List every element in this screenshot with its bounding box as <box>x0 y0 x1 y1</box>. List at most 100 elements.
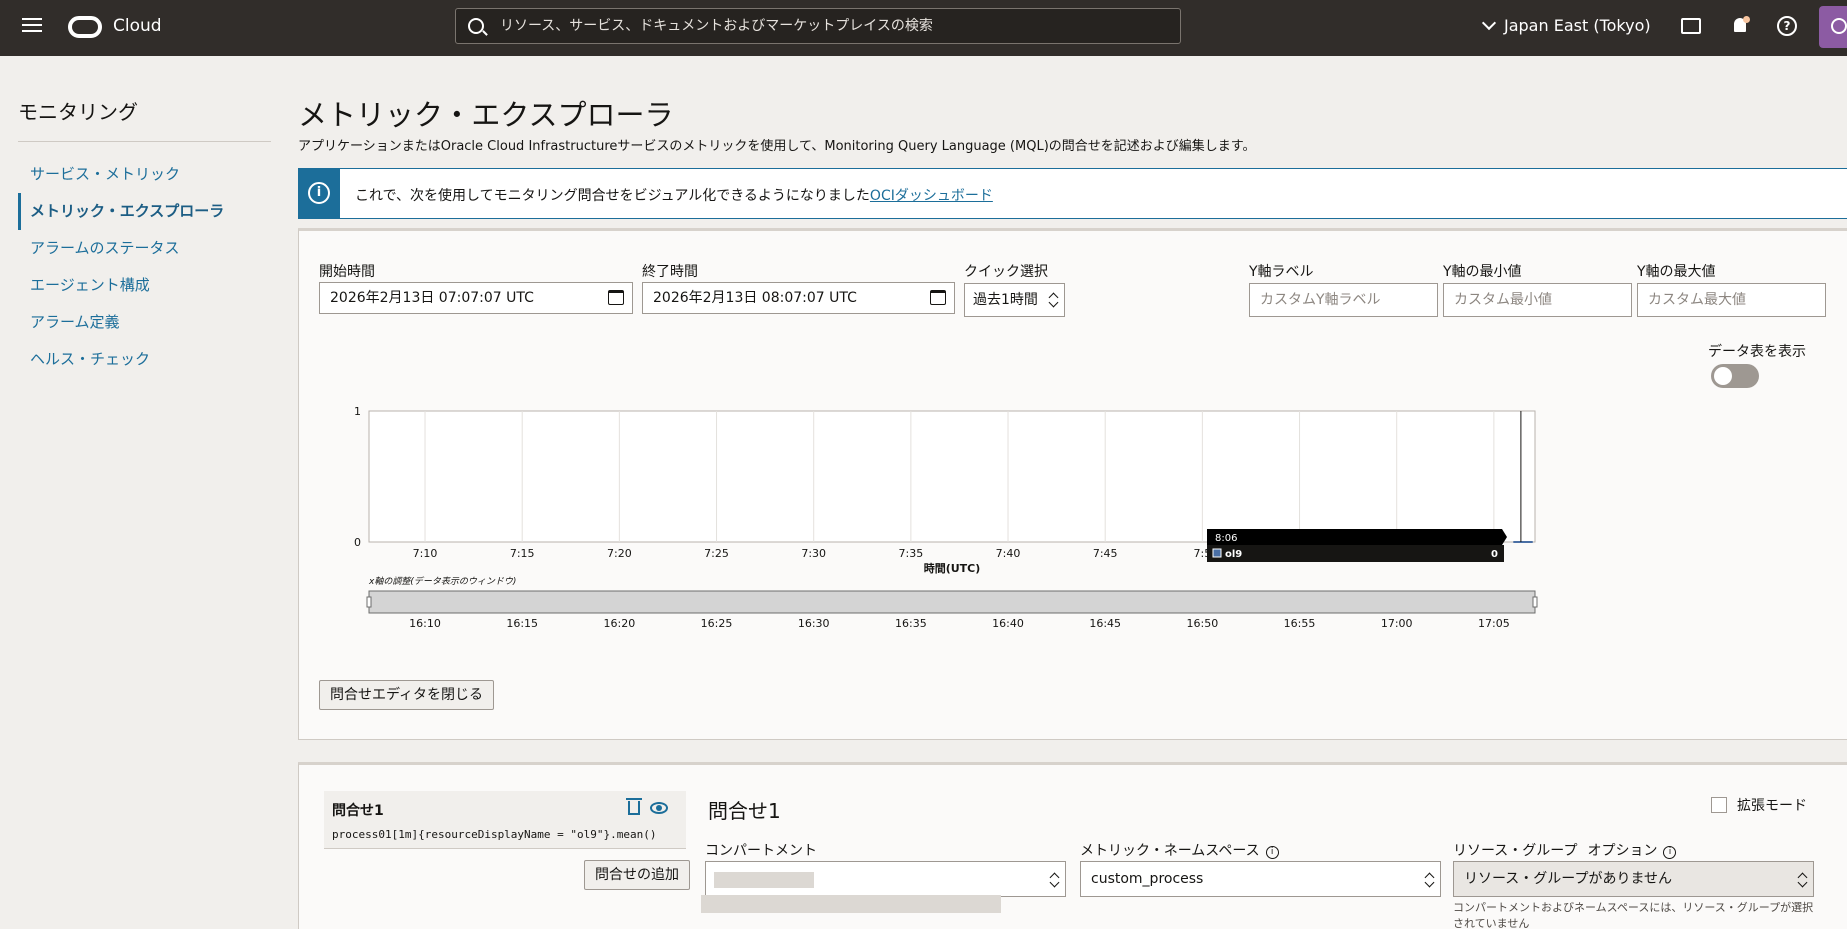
x-tick-label: 7:10 <box>413 547 438 560</box>
x-axis-title: 時間(UTC) <box>924 561 981 575</box>
search-box[interactable] <box>455 8 1181 44</box>
resource-group-select[interactable]: リソース・グループがありません <box>1453 861 1814 897</box>
brush-tick-label: 16:40 <box>992 617 1024 630</box>
y-axis-label-input[interactable] <box>1249 283 1438 317</box>
brush-tick-label: 16:50 <box>1187 617 1219 630</box>
oracle-logo-icon[interactable] <box>68 16 102 38</box>
brush-tick-label: 16:55 <box>1284 617 1316 630</box>
brush-tick-label: 16:35 <box>895 617 927 630</box>
x-tick-label: 7:40 <box>996 547 1021 560</box>
x-tick-label: 7:15 <box>510 547 535 560</box>
brand-name: Cloud <box>113 16 162 36</box>
end-time-value: 2026年2月13日 08:07:07 UTC <box>653 290 857 306</box>
info-icon[interactable]: i <box>1663 846 1677 859</box>
resource-group-label: リソース・グループ オプション i <box>1453 840 1677 860</box>
calendar-icon[interactable] <box>930 290 946 305</box>
resource-group-optional: オプション <box>1587 843 1658 859</box>
cloud-shell-icon[interactable] <box>1681 18 1701 34</box>
query-title: 問合せ1 <box>708 799 781 823</box>
brush-tick-label: 17:00 <box>1381 617 1413 630</box>
metric-namespace-label-text: メトリック・ネームスペース <box>1080 843 1260 859</box>
close-query-editor-button[interactable]: 問合せエディタを閉じる <box>319 680 495 710</box>
y-axis-min-input[interactable] <box>1443 283 1632 317</box>
y-axis-label-label: Y軸ラベル <box>1249 264 1314 280</box>
sidebar-title: モニタリング <box>18 96 271 142</box>
tooltip-header-bg <box>1207 529 1507 545</box>
data-table-toggle[interactable] <box>1711 364 1759 388</box>
tooltip-series-name: ol9 <box>1225 549 1242 560</box>
info-icon: i <box>308 182 330 204</box>
search-input[interactable] <box>500 9 1170 43</box>
search-icon <box>468 18 484 34</box>
notification-bell-icon[interactable] <box>1730 16 1752 38</box>
brush-handle-right[interactable] <box>1532 596 1538 608</box>
y-axis-max-input[interactable] <box>1637 283 1826 317</box>
query-panel: 問合せ1 process01[1m]{resourceDisplayName =… <box>298 762 1847 929</box>
quick-select[interactable]: 過去1時間 <box>964 283 1065 317</box>
extended-mode-label: 拡張モード <box>1737 798 1807 814</box>
help-icon[interactable]: ? <box>1777 16 1797 36</box>
extended-mode-checkbox[interactable]: 拡張モード <box>1711 795 1807 815</box>
query-card-name: 問合せ1 <box>332 803 384 819</box>
checkbox-box[interactable] <box>1711 797 1727 813</box>
end-time-input[interactable]: 2026年2月13日 08:07:07 UTC <box>642 282 955 314</box>
brush-axis-ticks: 16:10 16:15 16:20 16:25 16:30 16:35 16:40 16:45… <box>409 617 1510 630</box>
sidebar-item-health-checks[interactable]: ヘルス・チェック <box>18 341 271 378</box>
sidebar-item-alarm-definitions[interactable]: アラーム定義 <box>18 304 271 341</box>
tooltip-series-swatch <box>1212 548 1222 558</box>
resource-group-value: リソース・グループがありません <box>1464 871 1673 887</box>
tooltip-body-bg <box>1207 545 1504 562</box>
metric-chart: 10 7:10 7:15 7:20 7:25 7:30 7:35 7:40 7:45 7:5 時… <box>354 405 1538 630</box>
metric-namespace-select[interactable]: custom_process <box>1080 861 1441 897</box>
tooltip-value: 0 <box>1491 549 1498 560</box>
x-tick-label: 7:20 <box>607 547 632 560</box>
x-tick-label: 7:45 <box>1093 547 1118 560</box>
eye-icon[interactable] <box>650 802 668 814</box>
brush-handle-left[interactable] <box>366 596 372 608</box>
brush-label: x軸の調整(データ表示のウィンドウ) <box>368 576 516 587</box>
x-axis-brush[interactable] <box>368 590 1536 614</box>
x-axis-ticks: 7:10 7:15 7:20 7:25 7:30 7:35 7:40 7:45 7:5 <box>413 547 1212 560</box>
add-query-button[interactable]: 問合せの追加 <box>584 860 690 890</box>
brush-tick-label: 16:25 <box>701 617 733 630</box>
y-tick-label: 1 <box>354 405 361 418</box>
sidebar-item-agent-config[interactable]: エージェント構成 <box>18 267 271 304</box>
calendar-icon[interactable] <box>608 290 624 305</box>
compartment-label: コンパートメント <box>705 843 817 859</box>
sidebar: モニタリング サービス・メトリック メトリック・エクスプローラ アラームのステー… <box>18 96 271 378</box>
start-time-value: 2026年2月13日 07:07:07 UTC <box>330 290 534 306</box>
sidebar-item-service-metrics[interactable]: サービス・メトリック <box>18 156 271 193</box>
user-avatar[interactable] <box>1819 6 1847 48</box>
brush-tick-label: 16:10 <box>409 617 441 630</box>
y-axis-min-label: Y軸の最小値 <box>1443 264 1522 280</box>
sidebar-item-metrics-explorer[interactable]: メトリック・エクスプローラ <box>18 193 271 230</box>
end-time-label: 終了時間 <box>642 264 698 280</box>
chevron-down-icon <box>1481 15 1497 31</box>
sidebar-item-alarm-status[interactable]: アラームのステータス <box>18 230 271 267</box>
brush-tick-label: 16:30 <box>798 617 830 630</box>
x-tick-label: 7:30 <box>801 547 826 560</box>
start-time-label: 開始時間 <box>319 264 375 280</box>
compartment-select[interactable] <box>705 861 1066 897</box>
query-card-expression: process01[1m]{resourceDisplayName = "ol9… <box>332 828 657 841</box>
y-axis-max-label: Y軸の最大値 <box>1637 264 1716 280</box>
brush-tick-label: 16:45 <box>1089 617 1121 630</box>
x-tick-label: 7:25 <box>704 547 729 560</box>
brush-tick-label: 16:20 <box>604 617 636 630</box>
query-card[interactable]: 問合せ1 process01[1m]{resourceDisplayName =… <box>324 791 686 849</box>
data-table-toggle-label: データ表を表示 <box>1708 344 1806 360</box>
x-tick-label: 7:35 <box>899 547 924 560</box>
brush-tick-label: 16:15 <box>506 617 538 630</box>
metric-namespace-value: custom_process <box>1091 871 1204 887</box>
compartment-path-redacted <box>701 895 1001 913</box>
region-selector[interactable]: Japan East (Tokyo) <box>1481 15 1651 35</box>
start-time-input[interactable]: 2026年2月13日 07:07:07 UTC <box>319 282 633 314</box>
brush-tick-label: 17:05 <box>1478 617 1510 630</box>
oci-dashboard-link[interactable]: OCIダッシュボード <box>870 188 993 204</box>
y-tick-label: 0 <box>354 536 361 549</box>
menu-icon[interactable] <box>22 18 42 34</box>
resource-group-label-text: リソース・グループ <box>1453 843 1578 859</box>
trash-icon[interactable] <box>626 798 642 815</box>
info-icon[interactable]: i <box>1265 846 1279 859</box>
page-title: メトリック・エクスプローラ <box>298 98 674 132</box>
